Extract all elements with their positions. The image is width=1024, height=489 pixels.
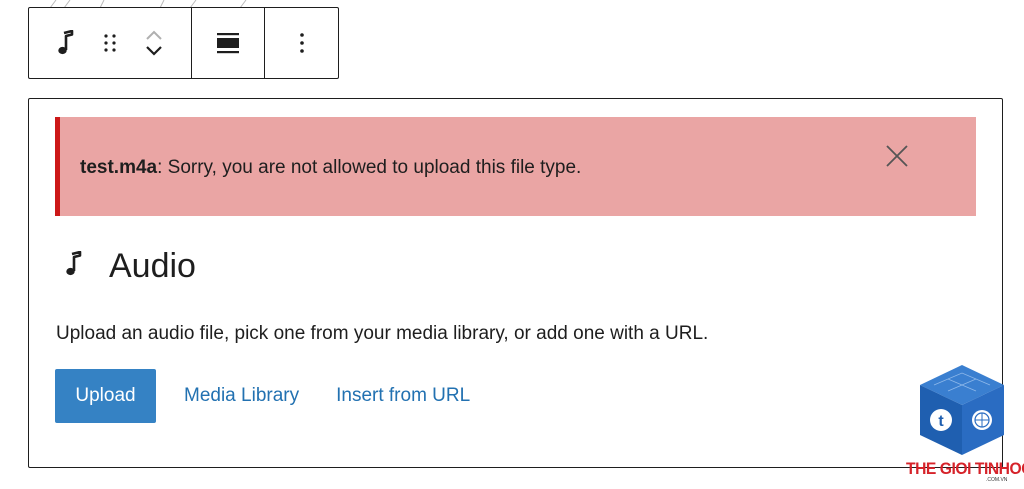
chevron-down-icon[interactable] [144,45,164,57]
error-notice: test.m4a: Sorry, you are not allowed to … [55,117,976,216]
block-toolbar-group-type [29,8,191,78]
chevron-up-icon[interactable] [144,29,164,41]
close-icon[interactable] [884,143,910,169]
block-mover [139,29,169,57]
block-toolbar [28,7,339,79]
watermark-logo: t THE GIOI TINHOC .COM.VN [904,363,1024,485]
placeholder-instructions: Upload an audio file, pick one from your… [56,323,709,344]
media-library-button[interactable]: Media Library [184,385,299,407]
audio-icon[interactable] [51,23,81,63]
drag-handle-icon[interactable] [95,23,125,63]
upload-button[interactable]: Upload [55,369,156,423]
block-toolbar-group-align [191,8,264,78]
error-notice-filename: test.m4a [80,157,158,178]
placeholder-title: Audio [109,247,196,285]
audio-icon [65,250,83,282]
svg-text:t: t [938,413,944,430]
watermark-brand: THE GIOI TINHOC [906,459,1024,478]
more-vertical-icon[interactable] [287,23,317,63]
align-icon[interactable] [213,23,243,63]
audio-block-placeholder[interactable]: test.m4a: Sorry, you are not allowed to … [28,98,1003,468]
cube-logo-icon: t [920,365,1004,455]
insert-from-url-button[interactable]: Insert from URL [336,385,470,407]
placeholder-label: Audio [65,247,196,286]
block-toolbar-group-options [264,8,338,78]
error-notice-message: : Sorry, you are not allowed to upload t… [157,157,582,178]
error-notice-text: test.m4a: Sorry, you are not allowed to … [80,157,581,179]
placeholder-actions: Upload Media Library Insert from URL [55,369,470,423]
watermark-domain: .COM.VN [986,477,1008,483]
